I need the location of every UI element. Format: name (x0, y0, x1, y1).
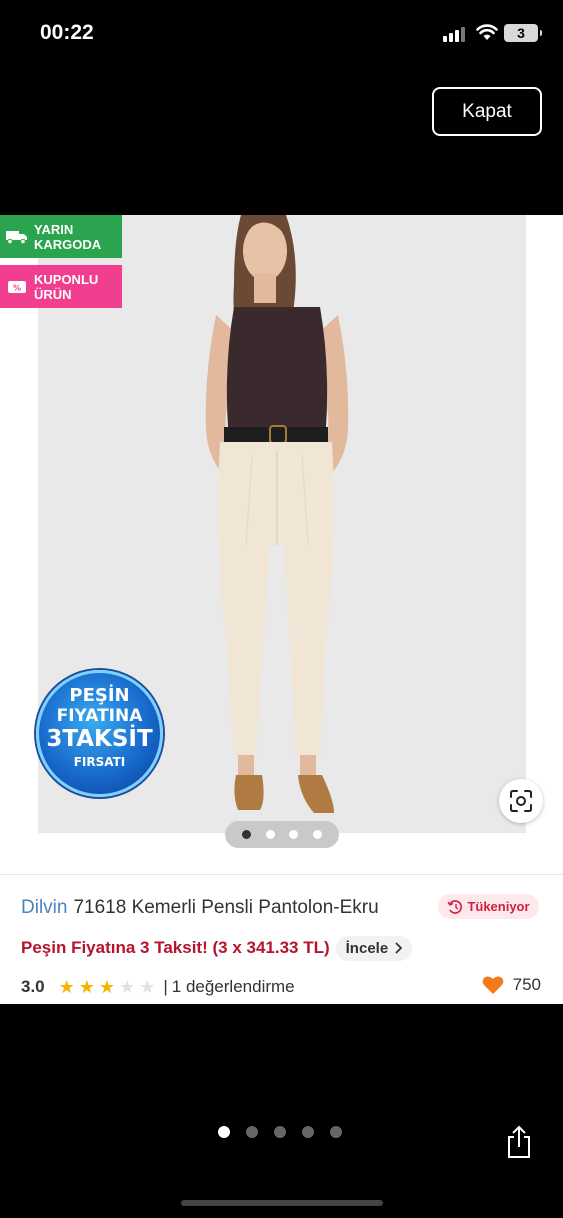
inspect-offer-button[interactable]: İncele (335, 935, 413, 961)
status-time: 00:22 (40, 21, 94, 44)
coupon-line2: ÜRÜN (34, 286, 72, 302)
stock-status-label: Tükeniyor (467, 899, 530, 914)
fast-delivery-line1: YARIN (34, 221, 74, 237)
heart-icon (482, 976, 504, 994)
review-count-link[interactable]: 1 değerlendirme (172, 977, 295, 997)
status-bar: 00:22 3 (0, 0, 563, 70)
coupon-ticket-icon: % (0, 280, 34, 293)
divider (0, 874, 563, 875)
brand-name[interactable]: Dilvin (21, 897, 67, 919)
fast-delivery-line2: KARGODA (34, 236, 102, 252)
star-icon: ★ (58, 977, 75, 997)
rating-row: 3.0 ★ ★ ★ ★ ★ | 1 değerlendirme 750 (21, 975, 541, 999)
stock-status-badge: Tükeniyor (438, 894, 539, 919)
promo-line3: 3TAKSİT (46, 726, 153, 752)
image-dot-3[interactable] (289, 830, 299, 839)
installment-promo-seal: PEŞİN FIYATINA 3TAKSİT FIRSATI (36, 670, 163, 797)
fast-delivery-label: YARIN KARGODA (34, 222, 101, 252)
star-empty-icon: ★ (119, 977, 136, 997)
image-dot-4[interactable] (312, 830, 322, 839)
promo-line2: FIYATINA (56, 706, 143, 726)
star-empty-icon: ★ (139, 977, 156, 997)
rating-separator: | (163, 977, 168, 996)
wifi-icon (476, 24, 498, 40)
gallery-dot-1[interactable] (218, 1126, 230, 1138)
image-carousel-indicator[interactable] (225, 821, 339, 848)
svg-text:%: % (13, 283, 21, 292)
delivery-truck-icon (0, 230, 34, 244)
product-image-area[interactable]: YARIN KARGODA % KUPONLU ÜRÜN PEŞİN FIYAT… (0, 215, 563, 875)
inspect-offer-label: İncele (345, 939, 389, 957)
chevron-right-icon (395, 942, 403, 954)
promo-line1: PEŞİN (69, 685, 130, 706)
product-title: 71618 Kemerli Pensli Pantolon-Ekru (73, 897, 379, 918)
gallery-dot-2[interactable] (246, 1126, 258, 1138)
gallery-dot-3[interactable] (274, 1126, 286, 1138)
promo-line4: FIRSATI (73, 755, 126, 769)
star-icon: ★ (98, 977, 116, 997)
home-indicator[interactable] (181, 1200, 383, 1206)
fast-delivery-badge: YARIN KARGODA (0, 215, 122, 258)
cellular-signal-icon (443, 26, 467, 42)
image-dot-1[interactable] (242, 830, 252, 839)
visual-search-button[interactable] (499, 779, 543, 823)
rating-stars: ★ ★ ★ ★ ★ (59, 978, 156, 996)
clock-history-icon (447, 899, 463, 914)
coupon-label: KUPONLU ÜRÜN (34, 272, 98, 302)
product-card: YARIN KARGODA % KUPONLU ÜRÜN PEŞİN FIYAT… (0, 215, 563, 1004)
favorite-button[interactable]: 750 (482, 975, 541, 995)
rating-value: 3.0 (21, 977, 45, 996)
share-icon[interactable] (505, 1125, 533, 1159)
image-dot-2[interactable] (265, 830, 275, 839)
battery-icon: 3 (504, 24, 542, 42)
coupon-line1: KUPONLU (34, 271, 99, 287)
star-icon: ★ (78, 977, 95, 997)
gallery-dot-5[interactable] (330, 1126, 342, 1138)
product-title-row: Dilvin 71618 Kemerli Pensli Pantolon-Ekr… (21, 894, 541, 921)
installment-offer-text: Peşin Fiyatına 3 Taksit! (3 x 341.33 TL) (21, 938, 330, 957)
coupon-badge: % KUPONLU ÜRÜN (0, 265, 122, 308)
gallery-page-indicator[interactable] (218, 1126, 342, 1138)
close-button[interactable]: Kapat (432, 87, 542, 136)
favorite-count: 750 (512, 975, 541, 994)
installment-row: Peşin Fiyatına 3 Taksit! (3 x 341.33 TL)… (21, 935, 413, 961)
gallery-dot-4[interactable] (302, 1126, 314, 1138)
camera-scan-icon (510, 790, 532, 812)
